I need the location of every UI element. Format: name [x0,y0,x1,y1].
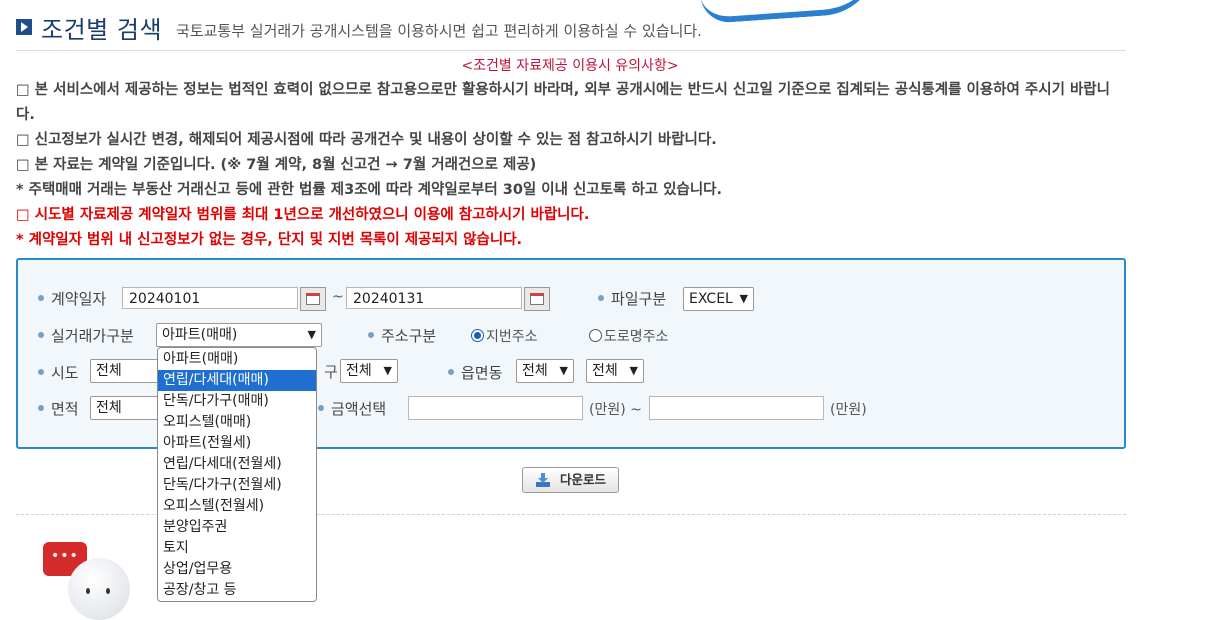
page-title: 조건별 검색 [41,15,163,44]
area-label: 면적 [38,398,79,419]
chevron-down-icon: ▼ [559,364,568,377]
notice-line: * 주택매매 거래는 부동산 거래신고 등에 관한 법률 제3조에 따라 계약일… [16,182,723,198]
notice-line: □ 신고정보가 실시간 변경, 해제되어 제공시점에 따라 공개건수 및 내용이… [16,132,717,148]
address-type-label: 주소구분 [368,325,436,346]
sigungu-value: 전체 [346,363,372,379]
amount-unit-from: (만원) ~ [589,402,642,418]
chevron-down-icon: ▼ [629,364,638,377]
deal-type-label: 실거래가구분 [38,325,134,346]
download-button[interactable]: 다운로드 [522,467,619,493]
sido-value: 전체 [96,363,122,379]
date-to-input[interactable]: 20240131 [346,287,522,309]
eupmyeondong-value: 전체 [522,363,548,379]
calendar-icon[interactable] [300,287,326,311]
dropdown-option[interactable]: 오피스텔(매매) [158,412,316,433]
dropdown-option[interactable]: 오피스텔(전월세) [158,496,316,517]
dropdown-option[interactable]: 공장/창고 등 [158,580,316,601]
notice-title: <조건별 자료제공 이용시 유의사항> [461,58,679,74]
deal-type-dropdown-list: 아파트(매매) 연립/다세대(매매) 단독/다가구(매매) 오피스텔(매매) 아… [157,347,317,602]
play-square-icon [16,19,32,35]
dropdown-option[interactable]: 연립/다세대(전월세) [158,454,316,475]
sigungu-label: 구 [324,363,338,381]
dropdown-option[interactable]: 상업/업무용 [158,559,316,580]
dropdown-option[interactable]: 토지 [158,538,316,559]
dropdown-option[interactable]: 단독/다가구(전월세) [158,475,316,496]
sigungu-select[interactable]: 전체 ▼ [340,359,398,383]
file-type-select[interactable]: EXCEL ▼ [683,287,754,311]
dropdown-option[interactable]: 아파트(전월세) [158,433,316,454]
radio-road-label[interactable]: 도로명주소 [604,326,668,346]
ri-value: 전체 [592,363,618,379]
divider [16,50,1126,51]
mascot-image [68,558,130,620]
date-from-input[interactable]: 20240101 [122,287,298,309]
file-type-value: EXCEL [689,291,733,307]
sido-label: 시도 [38,362,79,383]
notice-line-important: * 계약일자 범위 내 신고정보가 없는 경우, 단지 및 지번 목록이 제공되… [16,232,523,248]
amount-from-input[interactable] [408,396,583,420]
area-select[interactable]: 전체 [90,396,162,420]
notice-line: □ 본 자료는 계약일 기준입니다. (※ 7월 계약, 8월 신고건 → 7월… [16,157,537,173]
dropdown-option[interactable]: 아파트(매매) [158,349,316,370]
area-value: 전체 [96,400,122,416]
download-label: 다운로드 [559,472,606,487]
page-header: 조건별 검색 국토교통부 실거래가 공개시스템을 이용하시면 쉽고 편리하게 이… [16,10,702,44]
dropdown-option[interactable]: 분양입주권 [158,517,316,538]
radio-jibun[interactable] [471,329,484,342]
download-icon [536,473,550,487]
deal-type-value: 아파트(매매) [162,327,238,343]
radio-road[interactable] [589,329,602,342]
notice-line-important: □ 시도별 자료제공 계약일자 범위를 최대 1년으로 개선하였으니 이용에 참… [16,207,590,223]
file-type-label: 파일구분 [598,288,666,309]
chevron-down-icon: ▼ [383,364,392,377]
notice-line: □ 본 서비스에서 제공하는 정보는 법적인 효력이 없으므로 참고용으로만 활… [16,82,1110,123]
eupmyeondong-select[interactable]: 전체 ▼ [516,359,574,383]
contract-date-label: 계약일자 [38,288,106,309]
chevron-down-icon: ▼ [739,292,748,305]
eupmyeondong-label: 읍면동 [448,362,502,383]
deal-type-select[interactable]: 아파트(매매) ▼ [156,323,322,347]
calendar-icon[interactable] [524,287,550,311]
dropdown-option-highlighted[interactable]: 연립/다세대(매매) [158,370,316,391]
amount-unit-to: (만원) [830,402,867,418]
notice-list: □ 본 서비스에서 제공하는 정보는 법적인 효력이 없으므로 참고용으로만 활… [16,78,1126,253]
sido-select[interactable]: 전체 [90,359,162,383]
ri-select[interactable]: 전체 ▼ [586,359,644,383]
dropdown-option[interactable]: 단독/다가구(매매) [158,391,316,412]
page-description: 국토교통부 실거래가 공개시스템을 이용하시면 쉽고 편리하게 이용하실 수 있… [176,21,702,40]
date-separator: ~ [332,289,344,305]
amount-label: 금액선택 [318,398,386,419]
radio-jibun-label[interactable]: 지번주소 [486,326,538,346]
chevron-down-icon: ▼ [307,328,316,341]
amount-to-input[interactable] [649,396,824,420]
header-decoration [698,0,882,25]
